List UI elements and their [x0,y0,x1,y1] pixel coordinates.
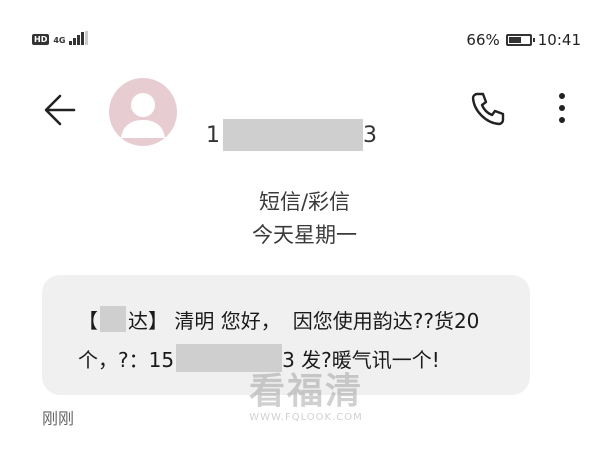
number-suffix: 3 [363,122,378,148]
call-button[interactable] [468,88,508,128]
message-timestamp: 刚刚 [42,409,75,428]
number-prefix: 1 [206,122,221,148]
redacted-phone [176,344,283,372]
contact-number: 1 3 [206,119,378,151]
more-vertical-icon [559,93,565,123]
message-bracket: 【 [78,308,98,333]
arrow-left-icon [44,94,76,126]
message-text-1a: 达】 清明 您好， [128,308,281,333]
phone-icon [471,92,505,126]
message-line-2: 个，?：15 3 发?暖气讯一个! [78,343,440,373]
redacted-number [223,119,363,151]
watermark: 看福清 WWW.FQLOOK.COM [236,372,376,424]
message-text-2b: 3 发?暖气讯一个! [282,347,440,372]
hd-badge: HD [32,34,50,45]
battery-fill [508,37,522,43]
more-options-button[interactable] [548,88,576,128]
battery-percent: 66% [466,31,500,49]
message-type-label: 短信/彩信 [258,190,351,214]
status-bar: HD 4G 66% 10:41 [0,0,609,49]
signal-icon [69,31,89,45]
date-label: 今天星期一 [252,223,357,247]
person-avatar-icon [121,93,165,138]
contact-avatar[interactable] [109,78,177,146]
back-button[interactable] [40,88,84,132]
watermark-url: WWW.FQLOOK.COM [249,412,363,423]
clock: 10:41 [537,31,581,49]
watermark-logo: 看福清 [248,371,363,412]
message-line-1: 【 达】 清明 您好， 因您使用韵达??货20 [78,304,479,334]
message-text-1b: 因您使用韵达??货20 [292,308,480,333]
status-right: 66% 10:41 [466,31,581,49]
redacted-sender [100,306,126,332]
battery-icon [505,34,535,46]
network-type: 4G [53,36,66,45]
status-left: HD 4G [32,31,89,45]
message-text-2a: 个，?：15 [78,347,175,372]
